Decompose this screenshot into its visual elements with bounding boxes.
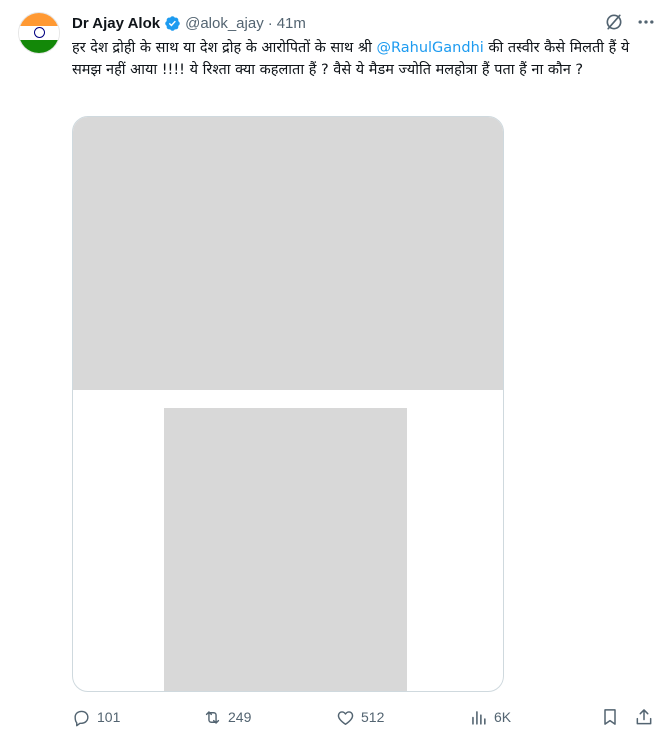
views-button[interactable]: 6K <box>469 706 511 728</box>
heart-icon <box>337 710 354 725</box>
tweet-text-before: हर देश द्रोही के साथ या देश द्रोह के आरो… <box>72 40 377 56</box>
timestamp[interactable]: 41m <box>277 15 306 32</box>
tweet-text: हर देश द्रोही के साथ या देश द्रोह के आरो… <box>72 37 652 81</box>
action-bar: 101 249 512 6K <box>72 706 658 728</box>
tweet-header: Dr Ajay Alok @alok_ajay · 41m <box>72 13 306 33</box>
like-button[interactable]: 512 <box>336 706 384 728</box>
repost-count: 249 <box>228 709 252 725</box>
reply-count: 101 <box>97 709 121 725</box>
flag-white-band <box>19 26 59 40</box>
author-handle[interactable]: @alok_ajay <box>185 15 264 32</box>
tweet-media[interactable] <box>72 116 504 692</box>
views-chart-icon <box>472 710 486 725</box>
media-photo-2[interactable] <box>164 408 407 691</box>
media-photo-1[interactable] <box>73 117 503 390</box>
mention-link[interactable]: @RahulGandhi <box>377 40 484 56</box>
repost-button[interactable]: 249 <box>203 706 251 728</box>
avatar[interactable] <box>18 12 60 54</box>
like-count: 512 <box>361 709 385 725</box>
grok-icon[interactable] <box>604 12 624 32</box>
views-count: 6K <box>494 709 512 725</box>
flag-saffron-band <box>19 13 59 27</box>
repost-icon <box>205 710 220 724</box>
flag-green-band <box>19 39 59 53</box>
bookmark-icon[interactable] <box>600 706 620 728</box>
share-icon[interactable] <box>634 706 654 728</box>
author-name[interactable]: Dr Ajay Alok <box>72 15 160 32</box>
more-icon[interactable] <box>636 12 656 32</box>
verified-badge-icon[interactable] <box>164 15 181 32</box>
reply-icon <box>74 710 89 726</box>
separator-dot: · <box>267 14 273 32</box>
tweet[interactable]: Dr Ajay Alok @alok_ajay · 41m हर देश द्र… <box>0 0 670 740</box>
reply-button[interactable]: 101 <box>72 706 120 728</box>
flag-chakra-icon <box>33 27 45 39</box>
